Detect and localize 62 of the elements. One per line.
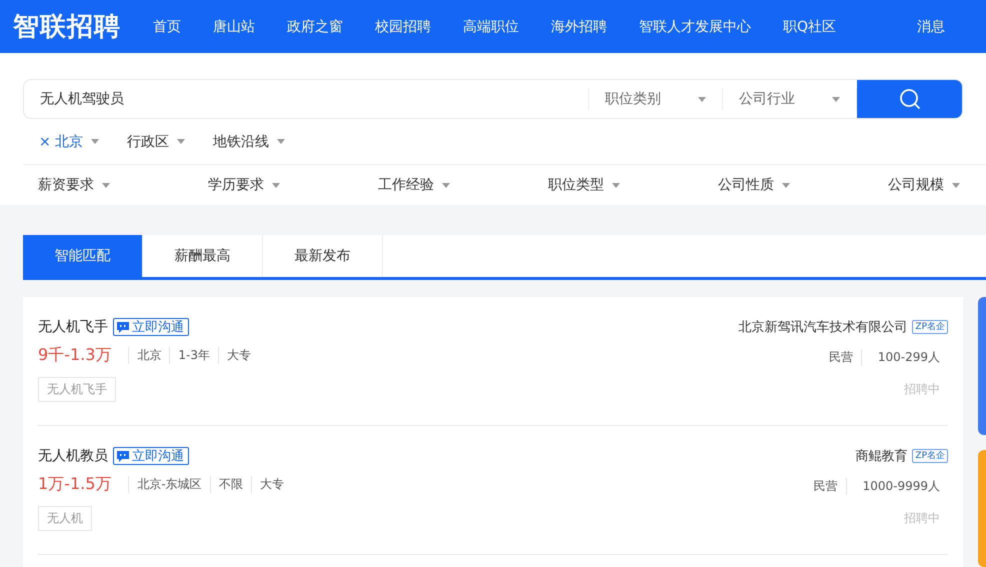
nav-link[interactable]: 校园招聘 [365, 18, 441, 36]
filter-dropdown[interactable]: 职位类型 [548, 176, 718, 194]
filter-dropdown[interactable]: 公司性质 [718, 176, 888, 194]
company-name[interactable]: 北京新驾讯汽车技术有限公司 [738, 318, 908, 336]
promo-banner[interactable] [978, 297, 986, 435]
job-meta: 大专 [250, 476, 292, 492]
job-meta: 北京-东城区 [128, 476, 210, 492]
company-meta: 1000-9999人 [846, 478, 948, 494]
chat-icon [117, 322, 129, 332]
company-name[interactable]: 商鲲教育 [855, 447, 908, 465]
company-meta: 民营 [812, 478, 839, 494]
caret-icon [442, 182, 450, 188]
company-meta: 100-299人 [860, 348, 948, 366]
caret-icon [91, 139, 100, 144]
caret-icon [177, 139, 186, 144]
job-title[interactable]: 无人机教员 [38, 447, 108, 465]
chat-button[interactable]: 立即沟通 [113, 447, 189, 465]
nav-link[interactable]: 职Q社区 [773, 18, 846, 36]
filter-dropdown[interactable]: 工作经验 [378, 176, 548, 194]
job-meta: 北京 [128, 346, 170, 364]
nav-link[interactable]: 首页 [143, 18, 191, 36]
chat-icon [117, 450, 129, 462]
caret-icon [952, 182, 960, 188]
job-meta: 不限 [210, 476, 251, 492]
caret-icon [102, 182, 110, 188]
sort-tab[interactable]: 智能匹配 [23, 235, 143, 277]
search-icon [898, 88, 920, 110]
job-meta: 大专 [218, 346, 260, 364]
filter-dropdown[interactable]: 公司规模 [888, 176, 986, 194]
job-title[interactable]: 无人机飞手 [38, 318, 108, 336]
location-filter[interactable]: × 北京 [39, 132, 100, 150]
hiring-status: 招聘中 [904, 510, 941, 527]
job-tag: 无人机飞手 [38, 377, 116, 402]
job-meta: 1-3年 [169, 346, 218, 364]
nav-link[interactable]: 智联人才发展中心 [629, 18, 761, 36]
company-meta: 民营 [828, 348, 854, 366]
caret-icon [782, 182, 790, 188]
company-badge: ZP名企 [912, 320, 948, 334]
caret-icon [272, 182, 280, 188]
salary: 9千-1.3万 [38, 344, 112, 366]
caret-icon [698, 96, 706, 102]
nav-link[interactable]: 高端职位 [453, 18, 529, 36]
nav-link[interactable]: 唐山站 [203, 18, 265, 36]
nav-link[interactable]: 政府之窗 [277, 18, 353, 36]
filter-dropdown[interactable]: 薪资要求 [38, 176, 208, 194]
messages-link[interactable]: 消息 [907, 18, 955, 36]
caret-icon [277, 139, 286, 144]
promo-banner[interactable] [978, 450, 986, 567]
nav-link[interactable]: 海外招聘 [541, 18, 617, 36]
chat-button[interactable]: 立即沟通 [113, 318, 189, 336]
search-bar[interactable]: 无人机驾驶员 职位类别 公司行业 [23, 79, 963, 119]
logo[interactable]: 智联招聘 [13, 9, 121, 44]
search-button[interactable] [857, 80, 962, 118]
job-tag: 无人机 [38, 506, 92, 531]
location-filter[interactable]: 地铁沿线 [213, 132, 286, 150]
caret-icon [832, 96, 840, 102]
hiring-status: 招聘中 [904, 381, 941, 398]
salary: 1万-1.5万 [38, 474, 112, 494]
company-badge: ZP名企 [912, 449, 948, 463]
caret-icon [612, 182, 620, 188]
location-filter[interactable]: 行政区 [127, 132, 186, 150]
filter-dropdown[interactable]: 学历要求 [208, 176, 378, 194]
